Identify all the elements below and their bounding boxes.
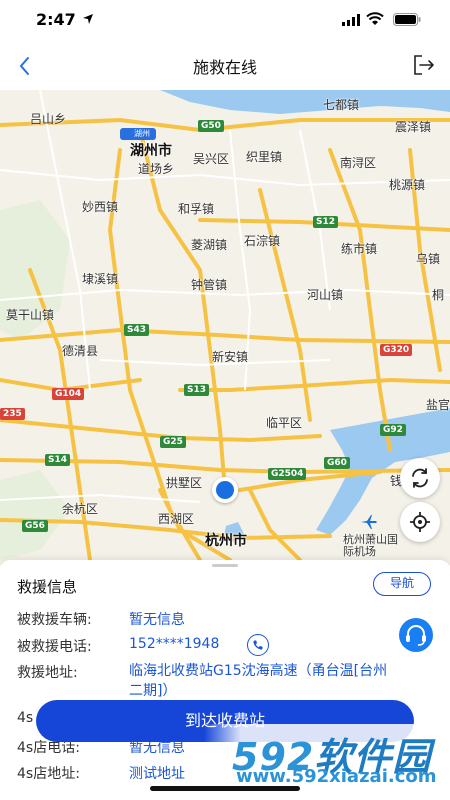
road-shield: G104 [52,388,85,400]
exit-icon[interactable] [412,54,436,76]
4s-label: 4s [17,710,34,726]
place-label: 织里镇 [246,150,283,164]
place-label: 和孚镇 [178,202,215,216]
4s-address-value: 测试地址 [129,766,185,782]
place-label: 余杭区 [62,502,99,516]
battery-icon [393,13,421,26]
place-label: 桐 [432,288,445,302]
place-label: 新安镇 [212,350,249,364]
road-shield: G25 [160,436,186,448]
place-label: 震泽镇 [395,120,432,134]
road-shield: G50 [198,120,224,132]
road-shield: G2504 [268,468,307,480]
place-label: 七都镇 [323,98,360,112]
phone-value[interactable]: 152****1948 [129,636,219,652]
place-label: 拱墅区 [166,476,203,490]
address-value: 临海北收费站G15沈海高速（甬台温[台州二期]） [129,663,388,699]
navigate-button[interactable]: 导航 [373,572,431,596]
locate-button[interactable] [400,502,440,542]
place-label: 杭州萧山国际机场 [343,533,398,558]
road-shield: 235 [0,408,25,420]
place-label: 德清县 [62,344,99,358]
airport-plane-icon [361,515,377,529]
place-label: 吴兴区 [193,152,230,166]
status-bar: 2:47 [0,0,450,40]
place-label: 练市镇 [341,242,378,256]
place-label: 埭溪镇 [82,272,119,286]
sheet-title: 救援信息 [17,578,78,596]
place-label: 莫干山镇 [6,308,55,322]
current-location-marker [212,477,238,503]
refresh-icon [412,468,428,488]
nav-bar: 施救在线 [0,40,450,90]
map-view[interactable]: 湖州机场 吕山乡 湖州市 道场乡 吴兴区 织里镇 七都镇 震泽镇 南浔区 桃源镇… [0,90,450,565]
refresh-button[interactable] [400,458,440,498]
customer-service-button[interactable] [399,618,433,652]
place-label: 临平区 [266,416,303,430]
place-label: 湖州市 [130,143,172,159]
road-shield: S13 [184,384,210,396]
road-shield: G56 [22,520,48,532]
place-label: 杭州市 [205,533,247,549]
place-label: 河山镇 [307,288,344,302]
place-label: 石淙镇 [244,234,281,248]
vehicle-value: 暂无信息 [129,612,185,628]
4s-address-label: 4s店地址: [17,766,80,782]
phone-label: 被救援电话: [17,639,92,655]
place-label: 吕山乡 [30,112,67,126]
road-shield: G92 [380,424,406,436]
place-label: 道场乡 [138,162,175,176]
road-shield: G60 [324,457,350,469]
place-label: 乌镇 [416,252,441,266]
status-time: 2:47 [36,10,76,29]
wifi-icon [366,12,384,25]
place-label: 妙西镇 [82,200,119,214]
place-label: 西湖区 [158,512,195,526]
place-label: 桃源镇 [389,178,426,192]
sheet-grip[interactable] [212,564,238,567]
place-label: 菱湖镇 [191,238,228,252]
phone-icon[interactable] [247,634,269,656]
road-shield: G320 [380,344,413,356]
airport-badge: 湖州机场 [120,128,156,150]
place-label: 钟管镇 [191,278,228,292]
home-indicator [150,786,300,791]
road-shield: S14 [45,454,71,466]
page-title: 施救在线 [192,58,257,77]
location-arrow-icon [83,14,93,24]
signal-icon [342,14,360,26]
road-shield: S43 [124,324,150,336]
address-label: 救援地址: [17,665,78,681]
watermark-url: www.592xiazai.com [236,766,437,787]
road-shield: S12 [313,216,339,228]
headset-icon [406,625,426,646]
place-label: 盐官 [426,398,450,412]
locate-crosshair-icon [410,512,430,532]
vehicle-label: 被救援车辆: [17,612,92,628]
place-label: 南浔区 [340,156,377,170]
